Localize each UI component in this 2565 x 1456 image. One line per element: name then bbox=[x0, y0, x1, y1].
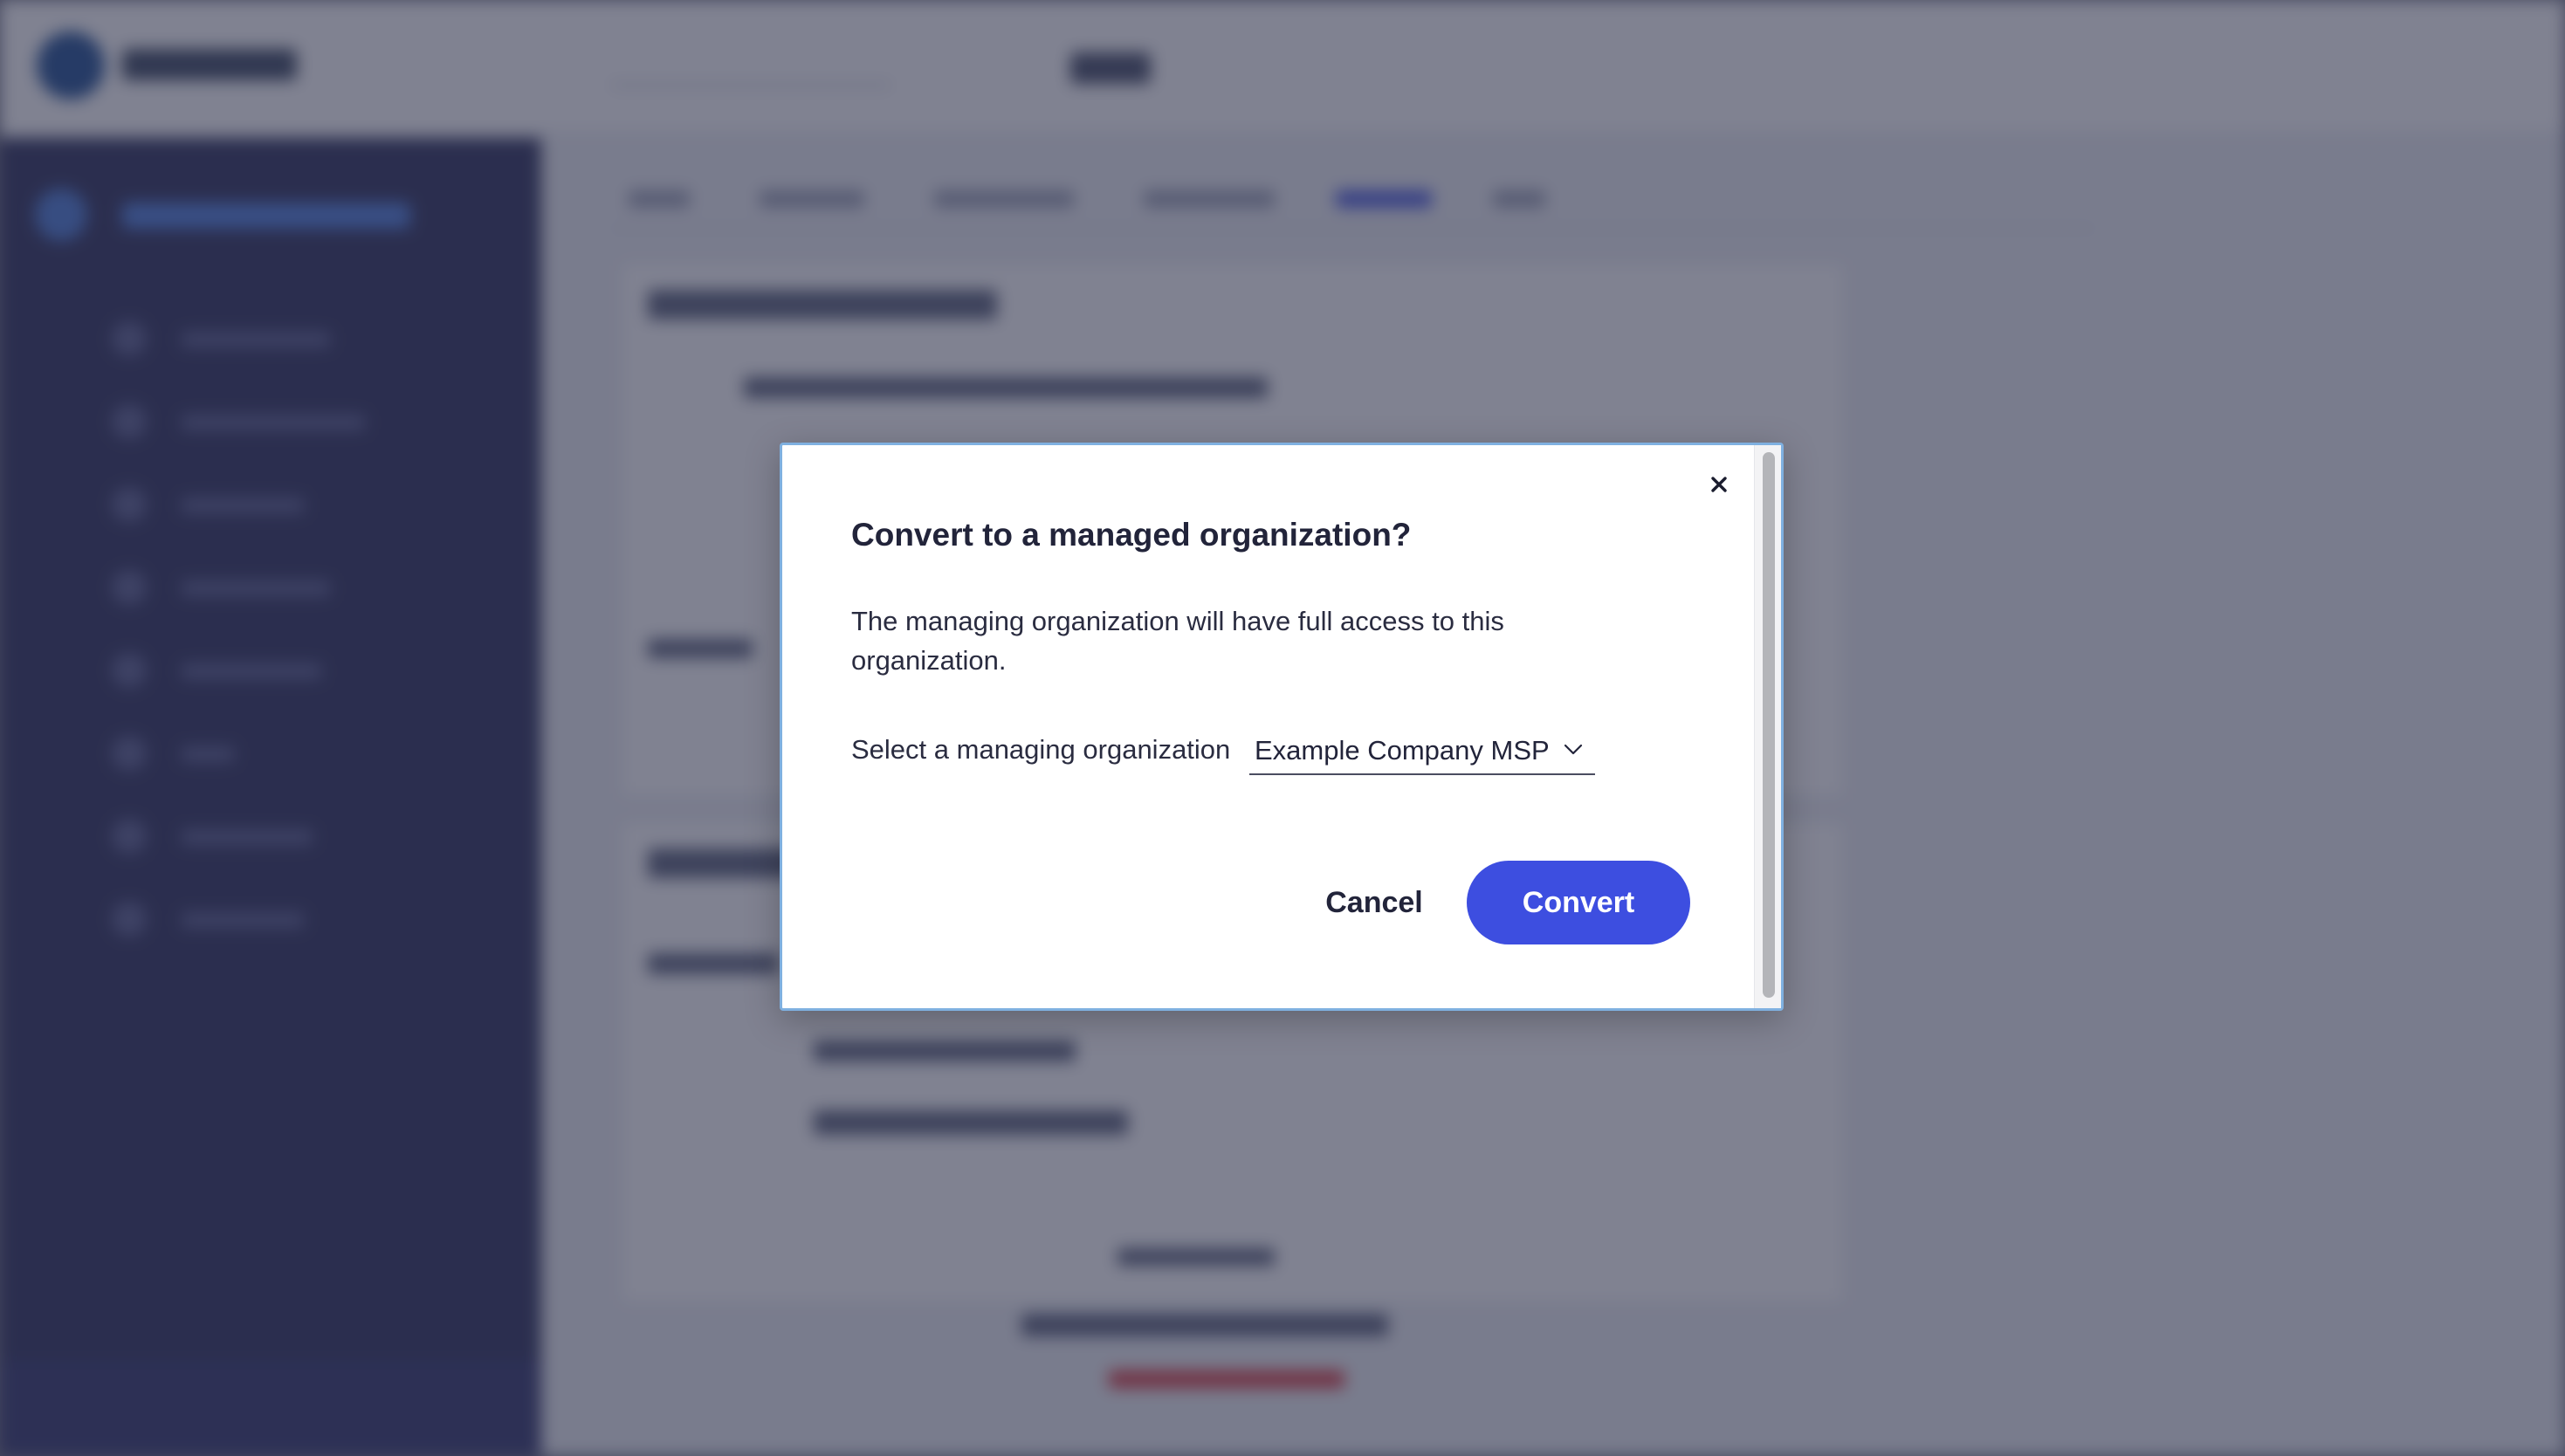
close-icon bbox=[1710, 476, 1728, 496]
cancel-button[interactable]: Cancel bbox=[1278, 861, 1470, 944]
managing-org-label: Select a managing organization bbox=[851, 734, 1231, 765]
close-button[interactable] bbox=[1700, 466, 1738, 505]
dialog-description: The managing organization will have full… bbox=[851, 606, 1504, 676]
dialog-scrollbar[interactable] bbox=[1754, 445, 1781, 1008]
convert-button[interactable]: Convert bbox=[1467, 861, 1690, 944]
convert-dialog: Convert to a managed organization? The m… bbox=[780, 443, 1784, 1011]
chevron-down-icon bbox=[1564, 744, 1583, 756]
managing-org-value: Example Company MSP bbox=[1255, 735, 1550, 766]
dialog-title: Convert to a managed organization? bbox=[851, 517, 1412, 553]
managing-org-dropdown[interactable]: Example Company MSP bbox=[1249, 726, 1595, 775]
scrollbar-thumb[interactable] bbox=[1763, 452, 1775, 998]
